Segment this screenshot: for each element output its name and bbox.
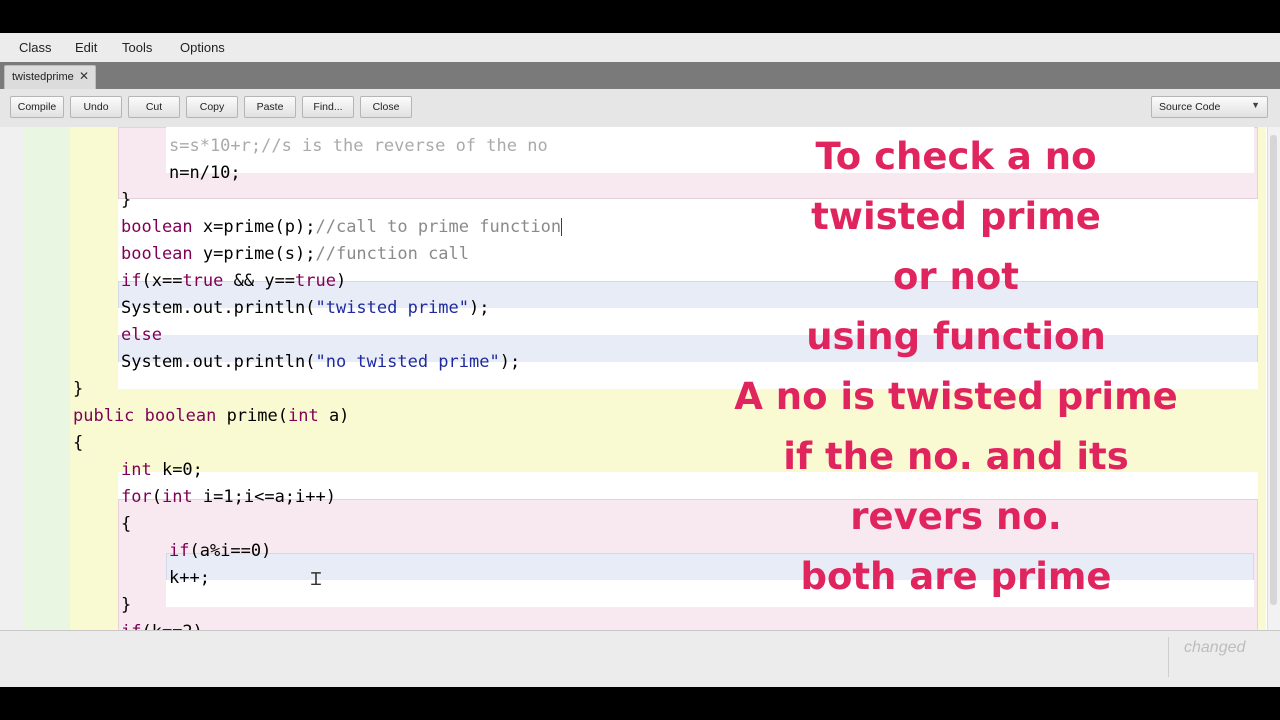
text-cursor-icon: Ɪ <box>311 569 322 590</box>
copy-button[interactable]: Copy <box>186 96 238 118</box>
code-line: if(a%i==0) <box>169 541 272 561</box>
close-icon[interactable]: ✕ <box>79 69 89 83</box>
menu-edit[interactable]: Edit <box>75 40 97 55</box>
code-editor[interactable]: s=s*10+r;//s is the reverse of the no n=… <box>0 127 1280 630</box>
code-line: if(k==2) <box>121 619 203 630</box>
code-line: } <box>121 595 132 615</box>
view-select[interactable]: Source Code ▼ <box>1151 96 1268 118</box>
code-line: boolean x=prime(p);//call to prime funct… <box>121 217 563 237</box>
tab-twistedprime[interactable]: twistedprime ✕ <box>4 65 96 89</box>
menu-class[interactable]: Class <box>19 40 52 55</box>
code-line: public boolean prime(int a) <box>73 406 350 426</box>
scrollbar-thumb[interactable] <box>1270 135 1277 605</box>
code-line: { <box>121 514 132 534</box>
overlay-line: or not <box>893 255 1019 298</box>
undo-button[interactable]: Undo <box>70 96 122 118</box>
code-line: s=s*10+r;//s is the reverse of the no <box>169 136 548 156</box>
cut-button[interactable]: Cut <box>128 96 180 118</box>
code-line: } <box>121 190 132 210</box>
code-line: System.out.println("twisted prime"); <box>121 298 490 318</box>
overlay-line: using function <box>806 315 1106 358</box>
toolbar: Compile Undo Cut Copy Paste Find... Clos… <box>0 89 1280 128</box>
code-line: for(int i=1;i<=a;i++) <box>121 487 336 507</box>
menu-options[interactable]: Options <box>180 40 225 55</box>
overlay-line: twisted prime <box>811 195 1101 238</box>
vertical-scrollbar[interactable] <box>1267 127 1280 630</box>
overlay-line: To check a no <box>815 135 1097 178</box>
status-bar: changed <box>0 630 1280 687</box>
status-changed: changed <box>1184 639 1246 656</box>
code-line: System.out.println("no twisted prime"); <box>121 352 521 372</box>
code-line: else <box>121 325 162 345</box>
close-button[interactable]: Close <box>360 96 412 118</box>
code-line: } <box>73 379 84 399</box>
tab-strip: twistedprime ✕ <box>0 62 1280 89</box>
menu-bar: Class Edit Tools Options <box>0 33 1280 62</box>
chevron-down-icon: ▼ <box>1251 100 1260 110</box>
code-text: s=s*10+r;//s is the reverse of the no n=… <box>0 127 563 630</box>
view-select-label: Source Code <box>1159 101 1221 113</box>
code-line: k++; <box>169 568 210 588</box>
overlay-line: if the no. and its <box>783 435 1129 478</box>
compile-button[interactable]: Compile <box>10 96 64 118</box>
status-divider <box>1168 637 1169 677</box>
bluej-editor-window: Class Edit Tools Options twistedprime ✕ … <box>0 33 1280 687</box>
overlay-line: both are prime <box>800 555 1112 598</box>
tab-label: twistedprime <box>12 71 74 83</box>
overlay-line: revers no. <box>850 495 1062 538</box>
code-line: int k=0; <box>121 460 203 480</box>
menu-tools[interactable]: Tools <box>122 40 152 55</box>
find-button[interactable]: Find... <box>302 96 354 118</box>
overlay-line: A no is twisted prime <box>734 375 1178 418</box>
paste-button[interactable]: Paste <box>244 96 296 118</box>
code-line: { <box>73 433 84 453</box>
code-line: n=n/10; <box>169 163 241 183</box>
text-caret <box>561 218 563 236</box>
code-line: if(x==true && y==true) <box>121 271 347 291</box>
code-line: boolean y=prime(s);//function call <box>121 244 470 264</box>
